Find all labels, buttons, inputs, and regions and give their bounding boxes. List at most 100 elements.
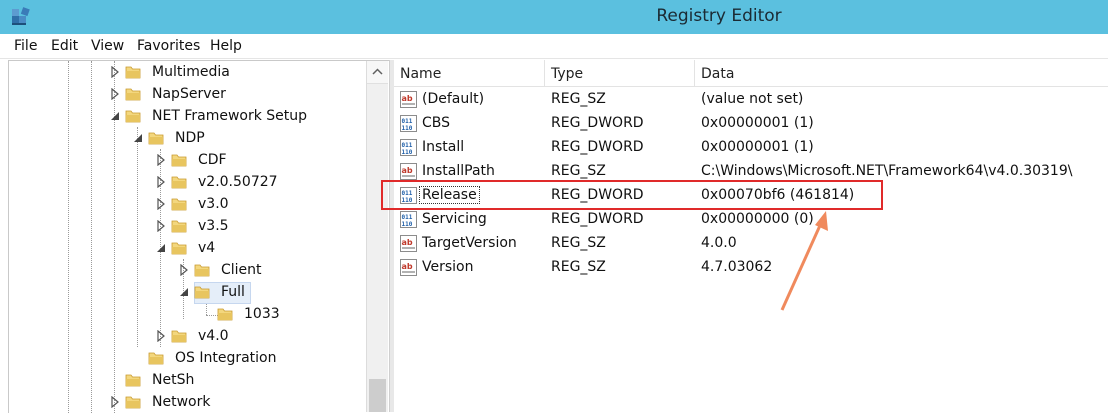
column-header-type[interactable]: Type: [545, 60, 695, 87]
collapsed-triangle-icon[interactable]: [179, 263, 189, 277]
value-name: (Default): [422, 91, 485, 107]
collapsed-triangle-icon[interactable]: [110, 395, 120, 409]
tree-node-label: Multimedia: [152, 64, 230, 80]
svg-text:ab: ab: [402, 238, 413, 247]
expanded-triangle-icon[interactable]: [179, 286, 189, 298]
tree-node-net-framework-setup[interactable]: NET Framework Setup: [110, 106, 340, 128]
value-name: InstallPath: [422, 163, 495, 179]
value-type: REG_SZ: [551, 91, 606, 107]
tree-node-label: NapServer: [152, 86, 226, 102]
tree-node-v4[interactable]: v4: [156, 238, 386, 260]
string-value-icon: ab: [400, 259, 417, 276]
collapsed-triangle-icon[interactable]: [110, 87, 120, 101]
tree-node-label: v2.0.50727: [198, 174, 278, 190]
collapsed-triangle-icon[interactable]: [110, 65, 120, 79]
value-row-servicing[interactable]: 011 110 Servicing REG_DWORD 0x00000000 (0): [394, 208, 1108, 232]
menu-favorites[interactable]: Favorites: [137, 38, 200, 54]
tree-node-v4-0[interactable]: v4.0: [156, 326, 386, 348]
tree-node-v3-0[interactable]: v3.0: [156, 194, 386, 216]
scroll-up-button[interactable]: [367, 61, 388, 84]
tree-node-napserver[interactable]: NapServer: [110, 84, 340, 106]
folder-icon: [216, 305, 234, 323]
value-type: REG_DWORD: [551, 139, 644, 155]
svg-text:011: 011: [402, 142, 413, 149]
tree-node-network[interactable]: Network: [110, 392, 340, 414]
value-row-cbs[interactable]: 011 110 CBS REG_DWORD 0x00000001 (1): [394, 112, 1108, 136]
value-data: (value not set): [701, 91, 804, 107]
svg-text:110: 110: [402, 221, 413, 228]
folder-icon: [147, 129, 165, 147]
menu-view[interactable]: View: [91, 38, 124, 54]
title-bar: Registry Editor: [0, 0, 1108, 34]
tree-node-multimedia[interactable]: Multimedia: [110, 62, 340, 84]
string-value-icon: ab: [400, 235, 417, 252]
tree-vertical-scrollbar[interactable]: [366, 61, 388, 412]
value-type: REG_SZ: [551, 163, 606, 179]
annotation-arrow-icon: [780, 211, 828, 311]
folder-icon: [124, 107, 142, 125]
chevron-up-icon: [372, 68, 383, 75]
folder-icon: [124, 371, 142, 389]
expanded-triangle-icon[interactable]: [110, 110, 120, 122]
svg-text:011: 011: [402, 214, 413, 221]
tree-node-label: NET Framework Setup: [152, 108, 308, 124]
value-row-version[interactable]: ab Version REG_SZ 4.7.03062: [394, 256, 1108, 280]
tree-node-v3-5[interactable]: v3.5: [156, 216, 386, 238]
column-header-data[interactable]: Data: [695, 60, 1108, 87]
collapsed-triangle-icon[interactable]: [156, 175, 166, 189]
menu-help[interactable]: Help: [210, 38, 242, 54]
collapsed-triangle-icon[interactable]: [156, 153, 166, 167]
folder-icon: [124, 393, 142, 411]
value-type: REG_DWORD: [551, 211, 644, 227]
svg-text:ab: ab: [402, 166, 413, 175]
binary-value-icon: 011 110: [400, 211, 417, 228]
tree-node-label: v4: [198, 240, 216, 256]
tree-node-label: v3.0: [198, 196, 229, 212]
collapsed-triangle-icon[interactable]: [156, 329, 166, 343]
folder-icon: [170, 239, 188, 257]
menu-file[interactable]: File: [14, 38, 37, 54]
scroll-thumb[interactable]: [369, 379, 386, 412]
expanded-triangle-icon[interactable]: [133, 132, 143, 144]
string-value-icon: ab: [400, 91, 417, 108]
expanded-triangle-icon[interactable]: [156, 242, 166, 254]
svg-text:011: 011: [402, 118, 413, 125]
tree-node-os-integration[interactable]: OS Integration: [133, 348, 363, 370]
menu-edit[interactable]: Edit: [51, 38, 78, 54]
tree-node-label: 1033: [244, 306, 280, 322]
tree-node-netsh[interactable]: NetSh: [110, 370, 340, 392]
window-title: Registry Editor: [656, 6, 782, 26]
column-header-name[interactable]: Name: [394, 60, 545, 87]
value-data: 0x00000001 (1): [701, 115, 814, 131]
value-row-targetversion[interactable]: ab TargetVersion REG_SZ 4.0.0: [394, 232, 1108, 256]
value-name: Version: [422, 259, 474, 275]
collapsed-triangle-icon[interactable]: [156, 219, 166, 233]
folder-icon: [124, 63, 142, 81]
value-name: Servicing: [422, 211, 487, 227]
tree-node-v2-0-50727[interactable]: v2.0.50727: [156, 172, 386, 194]
value-row-install[interactable]: 011 110 Install REG_DWORD 0x00000001 (1): [394, 136, 1108, 160]
folder-icon: [170, 173, 188, 191]
svg-text:ab: ab: [402, 262, 413, 271]
string-value-icon: ab: [400, 163, 417, 180]
folder-icon: [170, 327, 188, 345]
value-row--default-[interactable]: ab (Default) REG_SZ (value not set): [394, 88, 1108, 112]
tree-node-label: v4.0: [198, 328, 229, 344]
tree-node-label: Client: [221, 262, 262, 278]
value-name: CBS: [422, 115, 451, 131]
folder-icon: [147, 349, 165, 367]
svg-text:ab: ab: [402, 94, 413, 103]
value-name: TargetVersion: [422, 235, 517, 251]
folder-icon: [193, 261, 211, 279]
tree-node-label: CDF: [198, 152, 227, 168]
tree-node-ndp[interactable]: NDP: [133, 128, 363, 150]
binary-value-icon: 011 110: [400, 115, 417, 132]
folder-icon: [170, 151, 188, 169]
menu-bar: File Edit View Favorites Help: [0, 34, 1108, 59]
tree-node-cdf[interactable]: CDF: [156, 150, 386, 172]
tree-node-label: NetSh: [152, 372, 195, 388]
folder-icon: [170, 195, 188, 213]
value-data: C:\Windows\Microsoft.NET\Framework64\v4.…: [701, 163, 1073, 179]
registry-values-list[interactable]: Name Type Data ab (Default) REG_SZ (value n…: [394, 60, 1108, 412]
collapsed-triangle-icon[interactable]: [156, 197, 166, 211]
